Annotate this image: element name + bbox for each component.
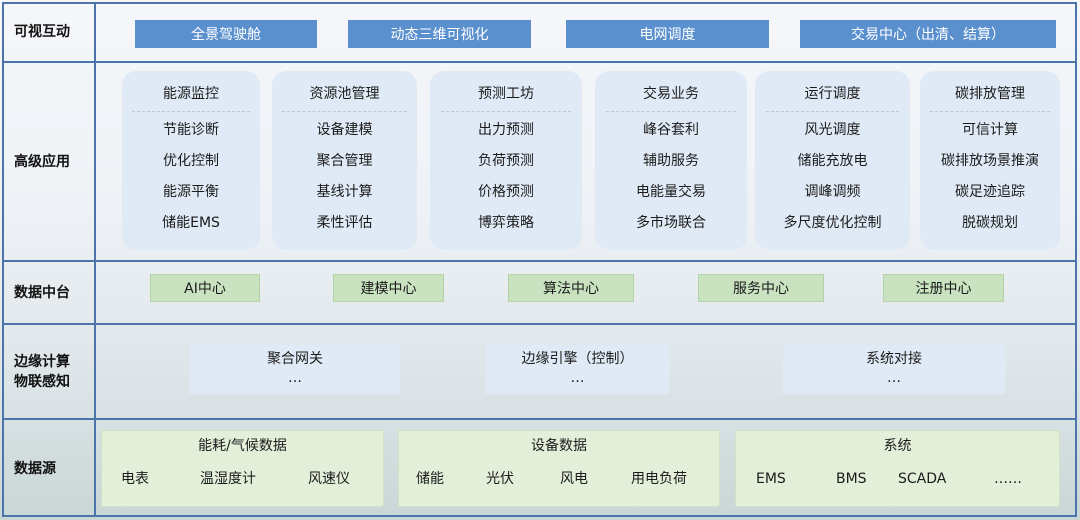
- app-item: 聚合管理: [316, 153, 373, 169]
- app-item: 脱碳规划: [962, 215, 1018, 231]
- divider-2: [2, 260, 1077, 262]
- layer-label-applications: 高级应用: [14, 153, 70, 170]
- source-equipment[interactable]: 设备数据 储能 光伏 风电 用电负荷: [398, 430, 720, 507]
- app-divider: [440, 111, 572, 112]
- app-card-energy-monitoring[interactable]: 能源监控 节能诊断 优化控制 能源平衡 储能EMS: [122, 71, 260, 250]
- interaction-3d-visualization[interactable]: 动态三维可视化: [348, 20, 531, 48]
- source-item: EMS: [756, 471, 786, 487]
- source-item: 风电: [560, 471, 588, 487]
- app-card-trading-business[interactable]: 交易业务 峰谷套利 辅助服务 电能量交易 多市场联合: [595, 71, 747, 250]
- source-item: ……: [994, 471, 1022, 487]
- edge-title: 边缘引擎（控制）: [521, 351, 634, 367]
- app-title: 能源监控: [163, 86, 219, 102]
- app-item: 柔性评估: [316, 215, 373, 231]
- app-item: 多市场联合: [636, 215, 706, 231]
- app-card-resource-pool[interactable]: 资源池管理 设备建模 聚合管理 基线计算 柔性评估: [272, 71, 417, 250]
- app-item: 能源平衡: [163, 184, 219, 200]
- data-center-modeling[interactable]: 建模中心: [333, 274, 444, 302]
- app-divider: [765, 111, 900, 112]
- interaction-grid-dispatch[interactable]: 电网调度: [566, 20, 769, 48]
- interaction-trading-center[interactable]: 交易中心（出清、结算）: [800, 20, 1056, 48]
- divider-1: [2, 61, 1077, 63]
- app-item: 多尺度优化控制: [783, 215, 882, 231]
- edge-system-integration[interactable]: 系统对接 …: [783, 345, 1005, 394]
- app-item: 风光调度: [804, 122, 861, 138]
- app-item: 可信计算: [962, 122, 1018, 138]
- app-item: 优化控制: [163, 153, 219, 169]
- app-card-operation-dispatch[interactable]: 运行调度 风光调度 储能充放电 调峰调频 多尺度优化控制: [755, 71, 910, 250]
- interaction-cockpit[interactable]: 全景驾驶舱: [135, 20, 317, 48]
- source-item: 温湿度计: [200, 471, 256, 487]
- app-title: 碳排放管理: [955, 86, 1025, 102]
- divider-4: [2, 418, 1077, 420]
- app-item: 调峰调频: [804, 184, 861, 200]
- edge-ellipsis: …: [288, 370, 302, 386]
- edge-engine[interactable]: 边缘引擎（控制） …: [486, 345, 669, 394]
- source-title: 能耗/气候数据: [198, 438, 287, 454]
- source-item: 电表: [121, 471, 149, 487]
- layer-label-sources: 数据源: [14, 460, 56, 477]
- layer-label-interaction: 可视互动: [14, 23, 70, 40]
- app-title: 交易业务: [643, 86, 699, 102]
- source-item: 储能: [416, 471, 444, 487]
- app-item: 价格预测: [478, 184, 534, 200]
- source-item: BMS: [836, 471, 867, 487]
- edge-title: 系统对接: [866, 351, 922, 367]
- source-item: 用电负荷: [631, 471, 687, 487]
- app-item: 博弈策略: [478, 215, 534, 231]
- edge-ellipsis: …: [887, 370, 901, 386]
- app-divider: [929, 111, 1051, 112]
- source-energy-climate[interactable]: 能耗/气候数据 电表 温湿度计 风速仪: [101, 430, 384, 507]
- app-item: 基线计算: [316, 184, 373, 200]
- app-item: 出力预测: [478, 122, 534, 138]
- layer-label-data-center: 数据中台: [14, 284, 70, 301]
- app-card-forecast-workshop[interactable]: 预测工坊 出力预测 负荷预测 价格预测 博弈策略: [430, 71, 582, 250]
- divider-3: [2, 323, 1077, 325]
- layer-label-edge: 边缘计算 物联感知: [14, 353, 70, 390]
- source-title: 系统: [883, 438, 912, 454]
- app-item: 储能EMS: [162, 215, 220, 231]
- app-item: 碳排放场景推演: [941, 153, 1039, 169]
- source-item: 风速仪: [308, 471, 350, 487]
- app-divider: [605, 111, 737, 112]
- edge-aggregation-gateway[interactable]: 聚合网关 …: [190, 345, 400, 394]
- data-center-ai[interactable]: AI中心: [150, 274, 260, 302]
- app-item: 设备建模: [316, 122, 373, 138]
- app-item: 电能量交易: [636, 184, 706, 200]
- app-item: 峰谷套利: [643, 122, 699, 138]
- app-title: 资源池管理: [309, 86, 380, 102]
- app-title: 运行调度: [804, 86, 861, 102]
- source-title: 设备数据: [531, 438, 587, 454]
- app-divider: [282, 111, 407, 112]
- edge-ellipsis: …: [570, 370, 585, 386]
- app-divider: [131, 111, 251, 112]
- data-center-registry[interactable]: 注册中心: [883, 274, 1004, 302]
- app-item: 储能充放电: [797, 153, 868, 169]
- app-title: 预测工坊: [478, 86, 534, 102]
- app-item: 碳足迹追踪: [955, 184, 1025, 200]
- source-item: 光伏: [486, 471, 514, 487]
- app-card-carbon-management[interactable]: 碳排放管理 可信计算 碳排放场景推演 碳足迹追踪 脱碳规划: [920, 71, 1060, 250]
- app-item: 节能诊断: [163, 122, 219, 138]
- source-item: SCADA: [898, 471, 947, 487]
- app-item: 负荷预测: [478, 153, 534, 169]
- source-systems[interactable]: 系统 EMS BMS SCADA ……: [735, 430, 1060, 507]
- app-item: 辅助服务: [643, 153, 699, 169]
- edge-title: 聚合网关: [267, 351, 323, 367]
- data-center-service[interactable]: 服务中心: [698, 274, 824, 302]
- data-center-algorithm[interactable]: 算法中心: [508, 274, 634, 302]
